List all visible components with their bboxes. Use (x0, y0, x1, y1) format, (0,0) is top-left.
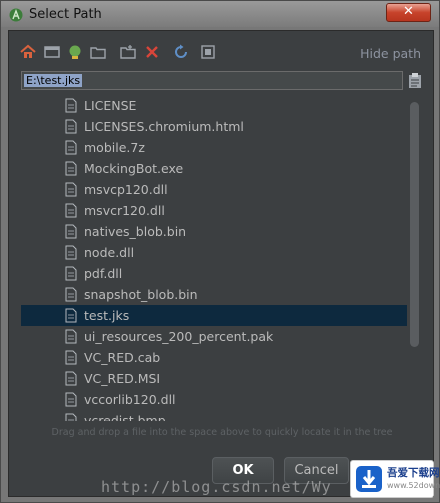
file-name: natives_blob.bin (84, 224, 187, 239)
file-icon (65, 224, 77, 239)
file-name: node.dll (84, 245, 135, 260)
android-studio-icon (9, 8, 23, 22)
clipboard-history-icon[interactable] (408, 72, 422, 89)
project-icon[interactable] (66, 43, 84, 61)
file-icon (65, 266, 77, 281)
file-name: vcredist.bmp (84, 413, 166, 421)
tree-row[interactable]: mobile.7z (21, 137, 407, 158)
tree-row[interactable]: msvcr120.dll (21, 200, 407, 221)
tree-row[interactable]: natives_blob.bin (21, 221, 407, 242)
file-name: snapshot_blob.bin (84, 287, 198, 302)
file-name: VC_RED.MSI (84, 371, 161, 386)
close-button[interactable]: ✕ (386, 3, 431, 22)
tree-row[interactable]: node.dll (21, 242, 407, 263)
file-icon (65, 413, 77, 421)
file-icon (65, 392, 77, 407)
file-icon (65, 371, 77, 386)
desktop-icon[interactable] (43, 43, 61, 61)
window-title: Select Path (29, 7, 102, 22)
file-icon (65, 308, 77, 323)
new-folder-icon[interactable] (89, 43, 107, 61)
select-path-dialog: Select Path ✕ Hide path E:\test.jks LICE… (0, 0, 440, 503)
tree-scrollbar[interactable] (408, 94, 420, 421)
file-icon (65, 161, 77, 176)
file-name: LICENSE (84, 98, 137, 113)
file-name: test.jks (84, 308, 130, 323)
file-name: msvcr120.dll (84, 203, 165, 218)
dialog-content: Hide path E:\test.jks LICENSE LICENSES.ch… (8, 30, 434, 497)
tree-row[interactable]: snapshot_blob.bin (21, 284, 407, 305)
tree-row[interactable]: VC_RED.cab (21, 347, 407, 368)
folder-icon[interactable] (119, 43, 137, 61)
file-icon (65, 98, 77, 113)
scrollbar-thumb[interactable] (410, 102, 419, 347)
file-name: msvcp120.dll (84, 182, 168, 197)
file-name: VC_RED.cab (84, 350, 161, 365)
file-name: LICENSES.chromium.html (84, 119, 244, 134)
file-name: MockingBot.exe (84, 161, 184, 176)
file-name: pdf.dll (84, 266, 123, 281)
watermark: http://blog.csdn.net/Wy (101, 478, 332, 496)
site-url: www.52down.com (387, 481, 440, 490)
show-hidden-icon[interactable] (199, 43, 217, 61)
file-icon (65, 329, 77, 344)
file-tree[interactable]: LICENSE LICENSES.chromium.html mobile.7z Mo… (21, 94, 421, 421)
site-badge: 吾爱下载网 www.52down.com (350, 460, 440, 498)
hide-path-link[interactable]: Hide path (360, 46, 421, 61)
tree-row[interactable]: pdf.dll (21, 263, 407, 284)
file-icon (65, 182, 77, 197)
tree-row[interactable]: MockingBot.exe (21, 158, 407, 179)
tree-row[interactable]: VC_RED.MSI (21, 368, 407, 389)
site-logo-icon (356, 466, 382, 492)
file-icon (65, 245, 77, 260)
file-icon (65, 140, 77, 155)
file-icon (65, 287, 77, 302)
tree-row[interactable]: LICENSES.chromium.html (21, 116, 407, 137)
tree-row[interactable]: ui_resources_200_percent.pak (21, 326, 407, 347)
file-name: ui_resources_200_percent.pak (84, 329, 274, 344)
tree-row[interactable]: test.jks (21, 305, 407, 326)
drag-drop-hint: Drag and drop a file into the space abov… (51, 427, 393, 438)
site-name: 吾爱下载网 (387, 467, 440, 479)
home-icon[interactable] (19, 43, 37, 61)
title-bar[interactable]: Select Path ✕ (1, 1, 440, 30)
file-icon (65, 203, 77, 218)
file-icon (65, 350, 77, 365)
tree-row[interactable]: LICENSE (21, 95, 407, 116)
file-name: vccorlib120.dll (84, 392, 176, 407)
tree-row[interactable]: vcredist.bmp (21, 410, 407, 421)
path-field[interactable]: E:\test.jks (21, 71, 403, 90)
refresh-icon[interactable] (172, 43, 190, 61)
file-icon (65, 119, 77, 134)
delete-icon[interactable] (143, 43, 161, 61)
file-name: mobile.7z (84, 140, 145, 155)
path-value: E:\test.jks (24, 74, 83, 87)
tree-row[interactable]: msvcp120.dll (21, 179, 407, 200)
tree-row[interactable]: vccorlib120.dll (21, 389, 407, 410)
